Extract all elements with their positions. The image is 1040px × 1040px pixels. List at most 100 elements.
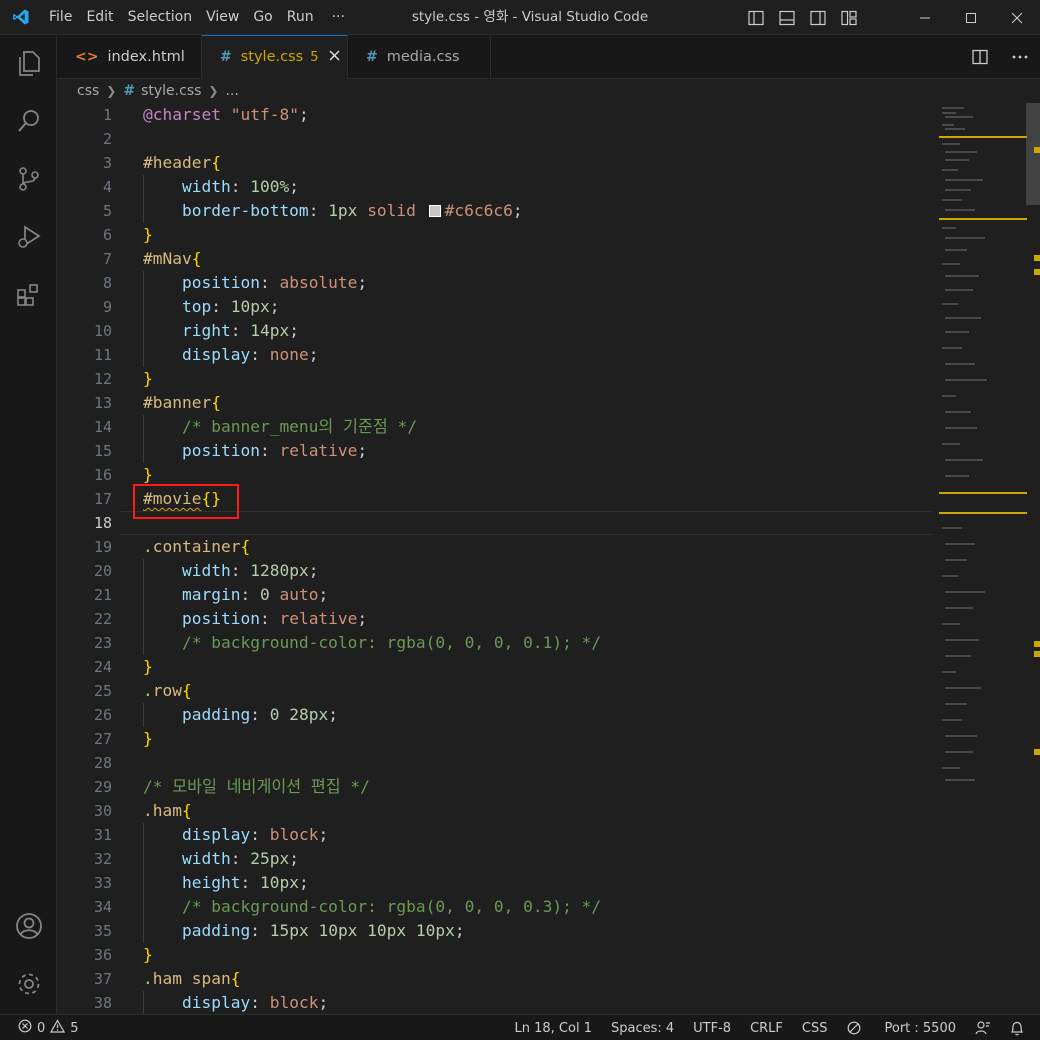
minimap-line bbox=[942, 124, 954, 126]
scrollbar-thumb[interactable] bbox=[1026, 103, 1040, 205]
scrollbar-warning-mark bbox=[1034, 641, 1040, 647]
language-mode[interactable]: CSS bbox=[802, 1021, 828, 1036]
customize-layout-icon[interactable] bbox=[839, 8, 858, 27]
css-file-icon: # bbox=[220, 49, 232, 65]
maximize-icon[interactable] bbox=[948, 0, 994, 35]
code-line: 5 border-bottom: 1px solid #c6c6c6; bbox=[102, 201, 523, 220]
breadcrumb-file[interactable]: style.css bbox=[141, 83, 201, 99]
window-controls bbox=[902, 0, 1040, 35]
account-icon[interactable] bbox=[0, 902, 57, 950]
code-line: 20 width: 1280px; bbox=[93, 561, 319, 580]
css-file-icon: # bbox=[366, 49, 378, 65]
code-line: 32 width: 25px; bbox=[93, 849, 299, 868]
minimap-line bbox=[945, 559, 967, 561]
menu-file[interactable]: File bbox=[42, 0, 79, 35]
minimap-line bbox=[945, 639, 979, 641]
code-line: 7 #mNav{ bbox=[102, 249, 202, 268]
minimap-line bbox=[945, 209, 975, 211]
minimap-line bbox=[942, 527, 962, 529]
menu-run[interactable]: Run bbox=[280, 0, 321, 35]
tab-style-css[interactable]: # style.css 5 bbox=[202, 35, 348, 79]
minimap-line bbox=[945, 151, 977, 153]
code-line: 9 top: 10px; bbox=[102, 297, 280, 316]
live-server-port[interactable]: Port : 5500 bbox=[847, 1020, 957, 1036]
end-of-line[interactable]: CRLF bbox=[750, 1021, 783, 1036]
minimap-line bbox=[945, 411, 971, 413]
toggle-primary-sidebar-icon[interactable] bbox=[746, 8, 765, 27]
breadcrumb-folder[interactable]: css bbox=[77, 83, 99, 99]
scrollbar-warning-mark bbox=[1034, 255, 1040, 261]
minimap-line bbox=[945, 607, 973, 609]
tab-media-css[interactable]: # media.css bbox=[348, 35, 491, 79]
code-line: 28 bbox=[93, 754, 112, 772]
settings-gear-icon[interactable] bbox=[0, 960, 57, 1008]
cursor-position[interactable]: Ln 18, Col 1 bbox=[515, 1021, 592, 1036]
vertical-scrollbar[interactable] bbox=[1026, 103, 1040, 1014]
code-line: 23 /* background-color: rgba(0, 0, 0, 0.… bbox=[93, 633, 602, 652]
code-line: 38 display: block; bbox=[93, 993, 329, 1012]
code-line: 21 margin: 0 auto; bbox=[93, 585, 329, 604]
title-bar: File Edit Selection View Go Run ··· styl… bbox=[0, 0, 1040, 35]
port-label: Port : 5500 bbox=[884, 1020, 957, 1036]
tab-index-html[interactable]: <> index.html bbox=[57, 35, 202, 79]
extensions-icon[interactable] bbox=[0, 271, 57, 319]
minimap[interactable] bbox=[939, 103, 1027, 1014]
menu-selection[interactable]: Selection bbox=[121, 0, 200, 35]
color-swatch[interactable] bbox=[428, 205, 441, 217]
explorer-icon[interactable] bbox=[0, 39, 57, 87]
menu-edit[interactable]: Edit bbox=[79, 0, 120, 35]
code-line: 3 #header{ bbox=[102, 153, 221, 172]
code-line: 15 position: relative; bbox=[93, 441, 368, 460]
code-line: 19 .container{ bbox=[93, 537, 251, 556]
minimap-line bbox=[942, 199, 962, 201]
breadcrumb-more[interactable]: ... bbox=[225, 83, 238, 99]
menu-go[interactable]: Go bbox=[246, 0, 279, 35]
problems-status[interactable]: 0 5 bbox=[18, 1015, 79, 1040]
minimap-line bbox=[942, 227, 956, 229]
scrollbar-warning-mark bbox=[1034, 147, 1040, 153]
code-line: 24} bbox=[93, 657, 153, 676]
code-line: 29/* 모바일 네비게이션 편집 */ bbox=[93, 777, 370, 796]
code-line: 13 #banner{ bbox=[93, 393, 221, 412]
minimap-line bbox=[942, 169, 958, 171]
more-actions-icon[interactable] bbox=[1000, 35, 1040, 79]
feedback-icon[interactable] bbox=[975, 1020, 991, 1036]
minimap-line bbox=[945, 751, 973, 753]
code-editor[interactable]: 1 @charset "utf-8"; 2 3 #header{ 4 width: … bbox=[57, 103, 1040, 1014]
close-tab-icon[interactable] bbox=[329, 49, 341, 65]
encoding[interactable]: UTF-8 bbox=[693, 1021, 731, 1036]
minimap-line bbox=[945, 179, 983, 181]
minimap-line bbox=[945, 189, 971, 191]
toggle-secondary-sidebar-icon[interactable] bbox=[808, 8, 827, 27]
notifications-bell-icon[interactable] bbox=[1010, 1021, 1024, 1036]
source-control-icon[interactable] bbox=[0, 155, 57, 203]
code-line: 1 @charset "utf-8"; bbox=[102, 105, 309, 124]
chevron-right-icon: ❯ bbox=[208, 84, 219, 98]
error-count: 0 bbox=[37, 1020, 46, 1036]
minimap-line bbox=[945, 591, 985, 593]
minimap-line bbox=[942, 143, 960, 145]
menu-bar: File Edit Selection View Go Run ··· bbox=[42, 0, 352, 35]
close-icon[interactable] bbox=[994, 0, 1040, 35]
minimize-icon[interactable] bbox=[902, 0, 948, 35]
minimap-line bbox=[945, 128, 965, 130]
breadcrumb: css ❯ # style.css ❯ ... bbox=[57, 79, 1040, 103]
scrollbar-warning-mark bbox=[1034, 269, 1040, 275]
code-line: 4 width: 100%; bbox=[102, 177, 299, 196]
minimap-line bbox=[945, 116, 973, 118]
minimap-line bbox=[942, 575, 958, 577]
code-line: 36} bbox=[93, 945, 153, 964]
indentation[interactable]: Spaces: 4 bbox=[611, 1021, 674, 1036]
minimap-warning-mark bbox=[939, 218, 1027, 220]
split-editor-icon[interactable] bbox=[960, 35, 1000, 79]
status-bar: 0 5 Ln 18, Col 1 Spaces: 4 UTF-8 CRLF CS… bbox=[0, 1014, 1040, 1040]
run-debug-icon[interactable] bbox=[0, 213, 57, 261]
tab-label: media.css bbox=[386, 49, 460, 65]
toggle-panel-icon[interactable] bbox=[777, 8, 796, 27]
minimap-line bbox=[945, 363, 975, 365]
search-icon[interactable] bbox=[0, 97, 57, 145]
code-line: 11 display: none; bbox=[93, 345, 319, 364]
activity-bar bbox=[0, 35, 57, 1014]
menu-view[interactable]: View bbox=[199, 0, 246, 35]
menu-more[interactable]: ··· bbox=[325, 0, 352, 35]
